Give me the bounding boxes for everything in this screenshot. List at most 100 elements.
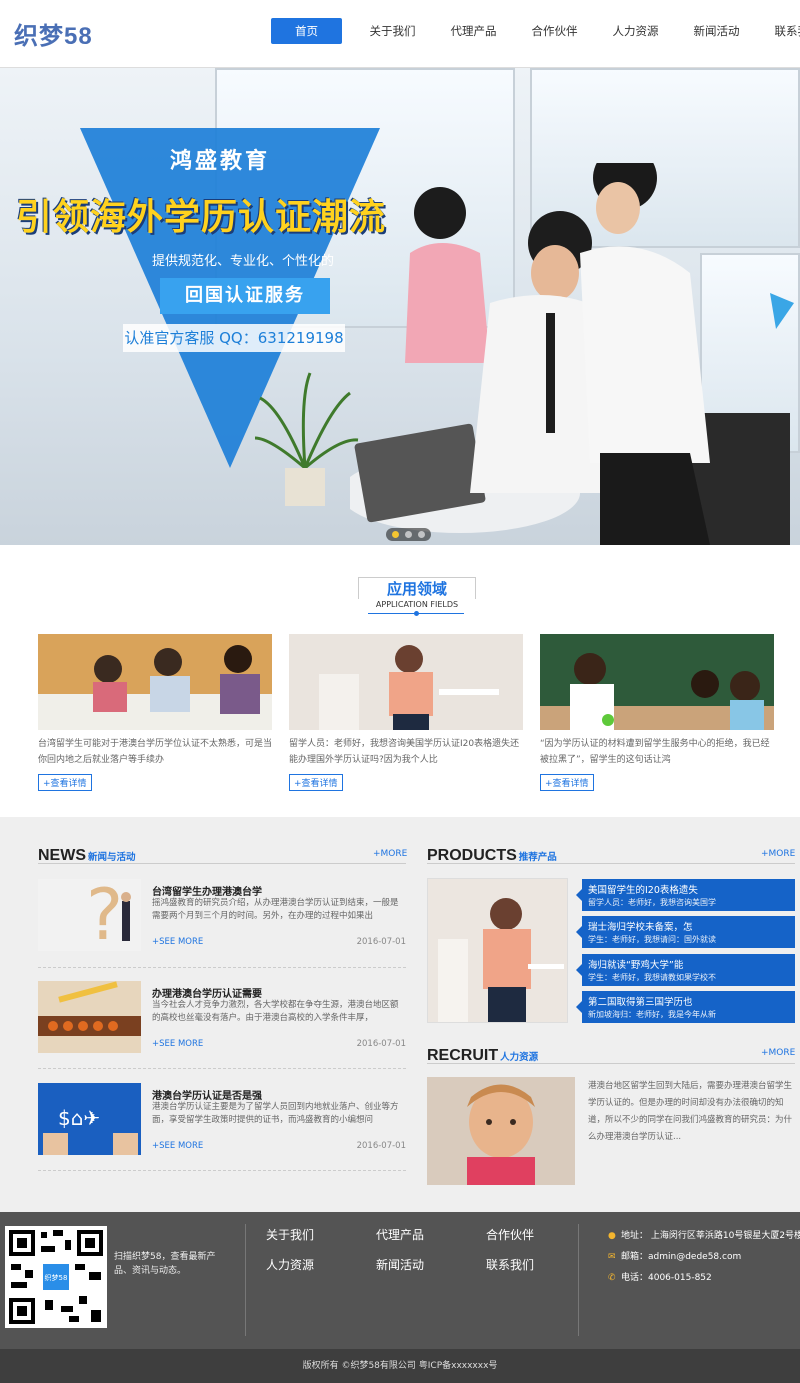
footer-email: ✉ 邮箱：admin@dede58.com: [608, 1252, 742, 1262]
news-thumbnail[interactable]: [38, 981, 141, 1053]
view-details-button[interactable]: +查看详情: [289, 774, 343, 791]
recruit-more-link[interactable]: +MORE: [761, 1048, 795, 1058]
footer-link-about[interactable]: 关于我们: [266, 1226, 314, 1243]
products-more-link[interactable]: +MORE: [761, 849, 795, 859]
footer-phone: ✆ 电话：4006-015-852: [608, 1273, 712, 1283]
products-heading-cn: 推荐产品: [518, 852, 557, 863]
news-item[interactable]: 办理港澳台学历认证需要 当今社会人才竞争力激烈，各大学校都在争夺生源，港澳台地区…: [38, 981, 406, 1053]
news-date: 2016-07-01: [356, 1141, 406, 1151]
mail-icon: ✉: [608, 1252, 616, 1262]
nav-home[interactable]: 首页: [271, 18, 342, 44]
plant-graphic: [254, 372, 359, 506]
view-details-button[interactable]: +查看详情: [38, 774, 92, 791]
fields-title-cn: 应用领域: [358, 577, 476, 599]
news-heading-line: [38, 863, 406, 864]
banner-qq: 认准官方客服 QQ：631219198: [123, 324, 345, 352]
svg-text:织梦58: 织梦58: [45, 1273, 68, 1282]
banner-service: 回国认证服务: [160, 278, 330, 314]
footer-link-news[interactable]: 新闻活动: [376, 1256, 424, 1273]
site-logo[interactable]: 织梦58: [14, 16, 93, 51]
office-people-illustration: [350, 163, 790, 545]
news-desc: 当今社会人才竞争力激烈，各大学校都在争夺生源，港澳台地区额的高校也丝毫没有落户。…: [152, 1000, 399, 1023]
nav-partners[interactable]: 合作伙伴: [514, 18, 595, 44]
footer-link-hr[interactable]: 人力资源: [266, 1256, 314, 1273]
product-desc: 新加坡海归：老师好，我是今年从新: [588, 1010, 716, 1019]
nav-news[interactable]: 新闻活动: [676, 18, 757, 44]
copyright-bar: 版权所有 ©织梦58有限公司 粤ICP备xxxxxxx号: [0, 1349, 800, 1383]
see-more-link[interactable]: +SEE MORE: [152, 1141, 203, 1151]
product-item[interactable]: 美国留学生的I20表格遗失 留学人员：老师好，我想咨询美国学: [576, 879, 795, 911]
news-date: 2016-07-01: [356, 937, 406, 947]
slider-dot[interactable]: [405, 531, 412, 538]
svg-text:?: ?: [86, 879, 123, 951]
recruit-heading-cn: 人力资源: [500, 1052, 539, 1063]
banner-subline: 提供规范化、专业化、个性化的: [152, 254, 335, 269]
banner-headline: 引领海外学历认证潮流: [16, 197, 387, 238]
product-title: 瑞士海归学校未备案，怎: [588, 922, 693, 933]
product-title: 第二国取得第三国学历也: [588, 997, 693, 1008]
location-pin-icon: ●: [608, 1231, 616, 1241]
news-divider: [38, 1170, 406, 1171]
field-image[interactable]: [540, 634, 774, 730]
news-item[interactable]: ? 台湾留学生办理港澳台学 摇鸿盛教育的研究员介绍，从办理港澳台学历认证到结束，…: [38, 879, 406, 951]
product-item[interactable]: 瑞士海归学校未备案，怎 学生：老师好，我想请问：国外就读: [576, 916, 795, 948]
product-image[interactable]: [427, 878, 568, 1023]
nav-products[interactable]: 代理产品: [433, 18, 514, 44]
news-title[interactable]: 港澳台学历认证是否是强: [152, 1087, 262, 1102]
phone-icon: ✆: [608, 1273, 616, 1283]
product-desc: 留学人员：老师好，我想咨询美国学: [588, 898, 716, 907]
product-item[interactable]: 海归就读“野鸡大学”能 学生：老师好，我想请教如果学校不: [576, 954, 795, 986]
news-divider: [38, 1068, 406, 1069]
news-desc: 摇鸿盛教育的研究员介绍，从办理港澳台学历认证到结束，一般是需要两个月到三个月的时…: [152, 898, 399, 921]
slider-dot[interactable]: [418, 531, 425, 538]
svg-text:$⌂✈: $⌂✈: [58, 1106, 100, 1130]
slider-dots: [386, 528, 431, 541]
products-heading-line: [427, 863, 795, 864]
product-desc: 学生：老师好，我想请问：国外就读: [588, 935, 716, 944]
field-image[interactable]: [38, 634, 272, 730]
field-image[interactable]: [289, 634, 523, 730]
field-text: “因为学历认证的材料遭到留学生服务中心的拒绝，我已经被拉黑了”，留学生的这句话让…: [540, 739, 770, 765]
field-card: 留学人员：老师好，我想咨询美国学历认证I20表格遗失还能办理国外学历认证吗?因为…: [289, 634, 523, 791]
footer-link-partners[interactable]: 合作伙伴: [486, 1226, 534, 1243]
site-header: 织梦58 首页 关于我们 代理产品 合作伙伴 人力资源 新闻活动 联系我们: [0, 0, 800, 68]
news-item[interactable]: $⌂✈ 港澳台学历认证是否是强 港澳台学历认证主要是为了留学人员回到内地就业落户…: [38, 1083, 406, 1155]
recruit-heading-line: [427, 1063, 795, 1064]
recruit-text: 港澳台地区留学生回到大陆后，需要办理港澳台留学生学历认证的。但是办理的时间却没有…: [588, 1081, 793, 1142]
news-date: 2016-07-01: [356, 1039, 406, 1049]
news-divider: [38, 967, 406, 968]
nav-contact[interactable]: 联系我们: [757, 18, 800, 44]
hero-banner[interactable]: 鸿盛教育 引领海外学历认证潮流 提供规范化、专业化、个性化的 回国认证服务 认准…: [0, 68, 800, 545]
field-text: 留学人员：老师好，我想咨询美国学历认证I20表格遗失还能办理国外学历认证吗?因为…: [289, 739, 520, 765]
footer-link-contact[interactable]: 联系我们: [486, 1256, 534, 1273]
banner-brand: 鸿盛教育: [170, 149, 271, 174]
product-desc: 学生：老师好，我想请教如果学校不: [588, 973, 716, 982]
news-more-link[interactable]: +MORE: [373, 849, 407, 859]
news-thumbnail[interactable]: $⌂✈: [38, 1083, 141, 1155]
see-more-link[interactable]: +SEE MORE: [152, 937, 203, 947]
news-heading-en: NEWS: [38, 847, 86, 864]
news-thumbnail[interactable]: ?: [38, 879, 141, 951]
product-item[interactable]: 第二国取得第三国学历也 新加坡海归：老师好，我是今年从新: [576, 991, 795, 1023]
see-more-link[interactable]: +SEE MORE: [152, 1039, 203, 1049]
nav-about[interactable]: 关于我们: [352, 18, 433, 44]
footer-link-products[interactable]: 代理产品: [376, 1226, 424, 1243]
view-details-button[interactable]: +查看详情: [540, 774, 594, 791]
recruit-image[interactable]: [427, 1077, 575, 1185]
site-footer: 织梦58 扫描织梦58，查看最新产品、资讯与动态。 关于我们 代理产品 合作伙伴…: [0, 1212, 800, 1349]
slider-dot[interactable]: [392, 531, 399, 538]
recruit-heading-en: RECRUIT: [427, 1047, 499, 1064]
news-title[interactable]: 台湾留学生办理港澳台学: [152, 883, 262, 898]
qr-caption: 扫描织梦58，查看最新产品、资讯与动态。: [114, 1252, 216, 1276]
fields-title-en: APPLICATION FIELDS: [375, 600, 459, 609]
field-card: “因为学历认证的材料遭到留学生服务中心的拒绝，我已经被拉黑了”，留学生的这句话让…: [540, 634, 774, 791]
field-card: 台湾留学生可能对于港澳台学历学位认证不太熟悉，可是当你回内地之后就业落户等手续办…: [38, 634, 272, 791]
qr-code-icon: 织梦58: [5, 1226, 107, 1328]
nav-hr[interactable]: 人力资源: [595, 18, 676, 44]
products-heading-en: PRODUCTS: [427, 847, 517, 864]
news-title[interactable]: 办理港澳台学历认证需要: [152, 985, 262, 1000]
main-nav: 首页 关于我们 代理产品 合作伙伴 人力资源 新闻活动 联系我们: [271, 18, 800, 44]
footer-divider: [245, 1224, 246, 1336]
news-heading-cn: 新闻与活动: [88, 852, 136, 863]
footer-divider: [578, 1224, 579, 1336]
